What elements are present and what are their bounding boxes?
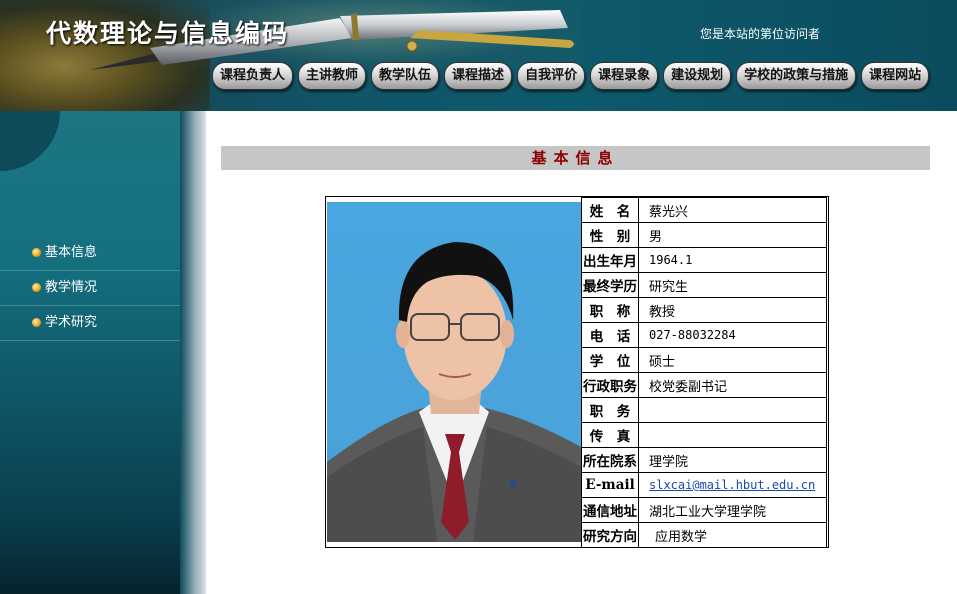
field-value: 硕士 (638, 347, 827, 373)
left-sidebar (0, 111, 190, 594)
table-row: 行政职务 校党委副书记 (581, 372, 827, 398)
top-nav: 课程负责人 主讲教师 教学队伍 课程描述 自我评价 课程录象 建设规划 学校的政… (212, 62, 930, 90)
field-value: 027-88032284 (638, 322, 827, 348)
field-label: 职 务 (581, 397, 639, 423)
table-row: 所在院系 理学院 (581, 447, 827, 473)
nav-development-plan[interactable]: 建设规划 (663, 62, 732, 90)
field-value: 校党委副书记 (638, 372, 827, 398)
table-row: 传 真 (581, 422, 827, 448)
profile-card: 姓 名 蔡光兴 性 别 男 出生年月 1964.1 最终学历 研究生 职 称 教… (325, 196, 829, 548)
table-row: 职 务 (581, 397, 827, 423)
orange-bullet-icon (32, 283, 41, 292)
portrait-photo (327, 202, 581, 542)
field-label: 性 别 (581, 222, 639, 248)
nav-teaching-team[interactable]: 教学队伍 (371, 62, 440, 90)
table-row: 电 话 027-88032284 (581, 322, 827, 348)
sidebar-edge-decoration (180, 111, 206, 594)
sidebar-item-basic-info[interactable]: 基本信息 (0, 236, 180, 271)
field-label: 所在院系 (581, 447, 639, 473)
sidebar-item-research[interactable]: 学术研究 (0, 306, 180, 341)
sidebar-item-label: 学术研究 (45, 315, 98, 330)
nav-school-policies[interactable]: 学校的政策与措施 (736, 62, 857, 90)
orange-bullet-icon (32, 318, 41, 327)
field-value: 理学院 (638, 447, 827, 473)
field-label: 通信地址 (581, 497, 639, 523)
field-label: 学 位 (581, 347, 639, 373)
sidebar-menu: 基本信息 教学情况 学术研究 (0, 236, 180, 341)
field-label: 出生年月 (581, 247, 639, 273)
table-row: 姓 名 蔡光兴 (581, 197, 827, 223)
table-row: 通信地址 湖北工业大学理学院 (581, 497, 827, 523)
sidebar-item-label: 教学情况 (45, 280, 98, 295)
field-label: 行政职务 (581, 372, 639, 398)
nav-course-videos[interactable]: 课程录象 (590, 62, 659, 90)
field-value (638, 397, 827, 423)
field-value: 应用数学 (638, 522, 827, 548)
nav-course-leader[interactable]: 课程负责人 (212, 62, 294, 90)
table-row: E-mail slxcai@mail.hbut.edu.cn (581, 472, 827, 498)
table-row: 最终学历 研究生 (581, 272, 827, 298)
nav-lecturers[interactable]: 主讲教师 (298, 62, 367, 90)
table-row: 学 位 硕士 (581, 347, 827, 373)
table-row: 研究方向 应用数学 (581, 522, 827, 548)
field-label: 传 真 (581, 422, 639, 448)
field-label: 职 称 (581, 297, 639, 323)
table-row: 职 称 教授 (581, 297, 827, 323)
field-label: 研究方向 (581, 522, 639, 548)
profile-table: 姓 名 蔡光兴 性 别 男 出生年月 1964.1 最终学历 研究生 职 称 教… (581, 197, 827, 548)
sidebar-item-label: 基本信息 (45, 245, 98, 260)
sidebar-curve-decoration (0, 111, 60, 171)
field-value: 蔡光兴 (638, 197, 827, 223)
sidebar-item-teaching[interactable]: 教学情况 (0, 271, 180, 306)
site-header: 代数理论与信息编码 您是本站的第位访问者 课程负责人 主讲教师 教学队伍 课程描… (0, 0, 957, 111)
orange-bullet-icon (32, 248, 41, 257)
field-label: E-mail (581, 472, 639, 498)
nav-course-description[interactable]: 课程描述 (444, 62, 513, 90)
table-row: 性 别 男 (581, 222, 827, 248)
main-content: 基本信息 姓 名 蔡光兴 性 别 男 出生年月 1964.1 最终学历 研究生 … (206, 111, 957, 594)
email-link[interactable]: slxcai@mail.hbut.edu.cn (649, 478, 815, 492)
field-value (638, 422, 827, 448)
field-label: 最终学历 (581, 272, 639, 298)
field-label: 姓 名 (581, 197, 639, 223)
portrait-figure (327, 242, 581, 542)
field-value: 1964.1 (638, 247, 827, 273)
table-row: 出生年月 1964.1 (581, 247, 827, 273)
field-value: 教授 (638, 297, 827, 323)
field-label: 电 话 (581, 322, 639, 348)
field-value: 湖北工业大学理学院 (638, 497, 827, 523)
field-value: 男 (638, 222, 827, 248)
nav-self-evaluation[interactable]: 自我评价 (517, 62, 586, 90)
field-value: 研究生 (638, 272, 827, 298)
field-value: slxcai@mail.hbut.edu.cn (638, 472, 827, 498)
nav-course-website[interactable]: 课程网站 (861, 62, 930, 90)
site-title: 代数理论与信息编码 (46, 19, 290, 48)
visitor-counter: 您是本站的第位访问者 (700, 27, 821, 41)
section-title: 基本信息 (221, 146, 930, 170)
